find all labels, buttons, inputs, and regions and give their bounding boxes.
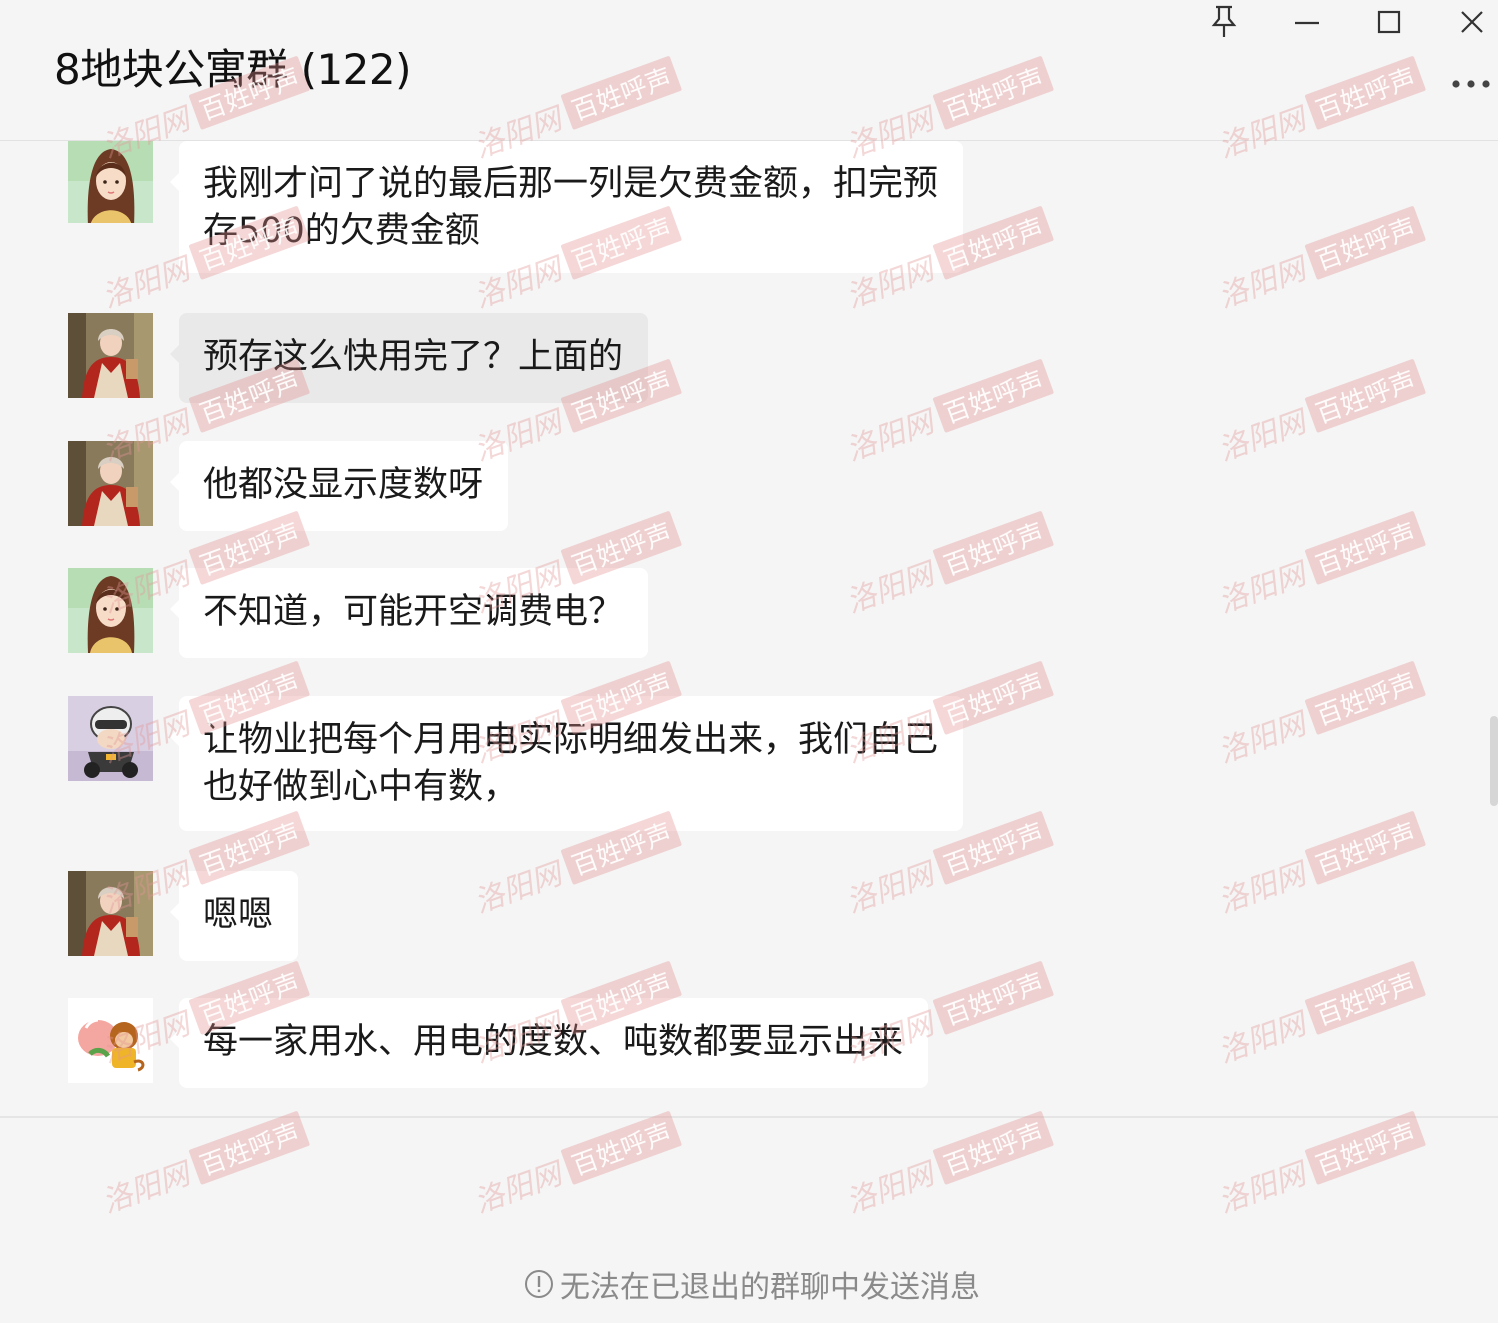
message-bubble[interactable]: 每一家用水、用电的度数、吨数都要显示出来 [170, 998, 928, 1088]
girl-illustration-avatar[interactable] [68, 568, 153, 653]
message-text-line: 存500的欠费金额 [203, 211, 480, 251]
message-bubble[interactable]: 嗯嗯 [170, 871, 298, 961]
message-text-line: 嗯嗯 [203, 895, 274, 935]
message-text-line: 我刚才问了说的最后那一列是欠费金额，扣完预 [203, 164, 939, 204]
message-text-line: 他都没显示度数呀 [203, 465, 484, 505]
woman-red-dress-avatar[interactable] [68, 871, 153, 956]
exited-group-notice: 无法在已退出的群聊中发送消息 [524, 1264, 980, 1305]
close-icon[interactable] [1452, 2, 1492, 42]
message-text-line: 让物业把每个月用电实际明细发出来，我们自己 [203, 720, 939, 760]
woman-red-dress-avatar[interactable] [68, 441, 153, 526]
maximize-icon[interactable] [1369, 2, 1409, 42]
message-text-line: 不知道，可能开空调费电？ [203, 592, 624, 632]
message-bubble[interactable]: 我刚才问了说的最后那一列是欠费金额，扣完预 存500的欠费金额 [170, 141, 963, 273]
chat-header: 8地块公寓群 (122) [0, 0, 1498, 141]
woman-red-dress-avatar[interactable] [68, 313, 153, 398]
message-text-line: 预存这么快用完了？上面的 [203, 337, 624, 377]
monkey-peach-avatar[interactable] [68, 998, 153, 1083]
scrollbar[interactable] [1490, 716, 1498, 806]
message-bubble[interactable]: 预存这么快用完了？上面的 [170, 313, 648, 403]
message-bubble[interactable]: 不知道，可能开空调费电？ [170, 568, 648, 658]
info-circle-icon [525, 1270, 553, 1298]
more-icon[interactable] [1450, 70, 1494, 98]
pin-icon[interactable] [1204, 2, 1244, 42]
girl-illustration-avatar[interactable] [68, 141, 153, 223]
message-text-line: 每一家用水、用电的度数、吨数都要显示出来 [203, 1022, 904, 1062]
cartoon-motorcycle-avatar[interactable] [68, 696, 153, 781]
message-bubble[interactable]: 让物业把每个月用电实际明细发出来，我们自己 也好做到心中有数， [170, 696, 963, 831]
message-bubble[interactable]: 他都没显示度数呀 [170, 441, 508, 531]
notice-text: 无法在已退出的群聊中发送消息 [560, 1270, 980, 1305]
minimize-icon[interactable] [1287, 2, 1327, 42]
chat-title: 8地块公寓群 (122) [54, 45, 412, 94]
message-list[interactable]: 我刚才问了说的最后那一列是欠费金额，扣完预 存500的欠费金额 预存这么快用完了… [0, 141, 1498, 1116]
message-text-line: 也好做到心中有数， [203, 767, 519, 807]
